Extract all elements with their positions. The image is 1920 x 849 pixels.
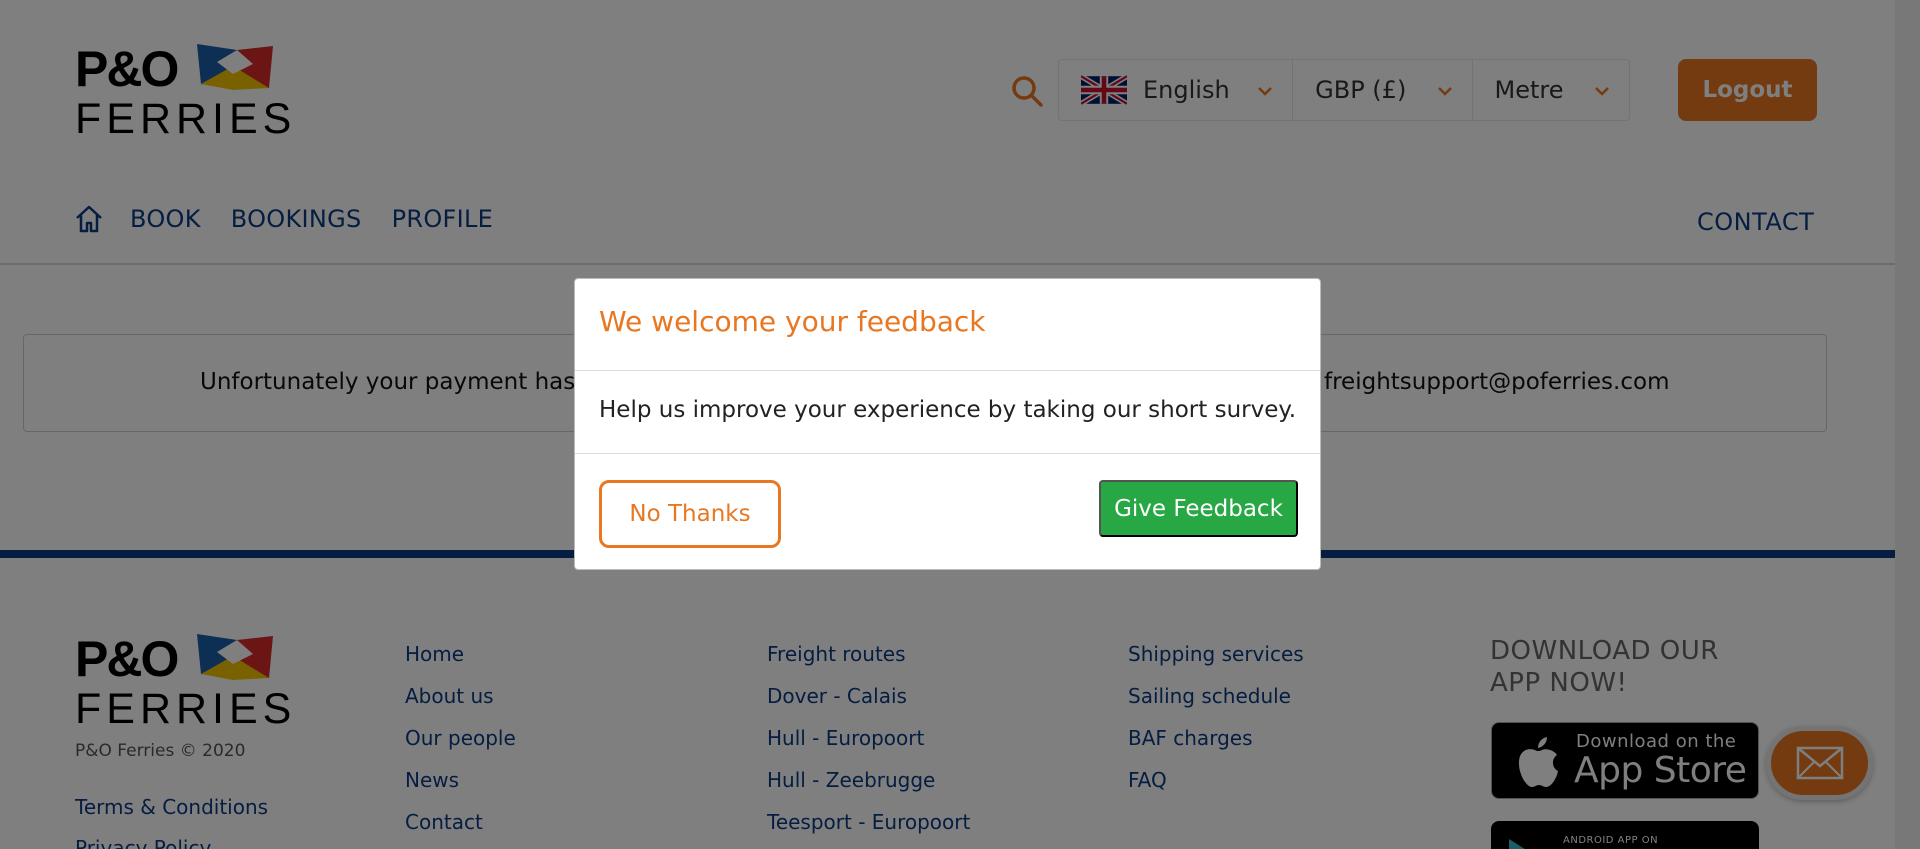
modal-title: We welcome your feedback [599,305,986,338]
give-feedback-button[interactable]: Give Feedback [1099,480,1298,537]
feedback-modal: We welcome your feedback Help us improve… [574,278,1321,570]
modal-divider [575,370,1320,371]
modal-body-text: Help us improve your experience by takin… [599,397,1297,423]
modal-divider [575,453,1320,454]
no-thanks-button[interactable]: No Thanks [599,480,781,548]
